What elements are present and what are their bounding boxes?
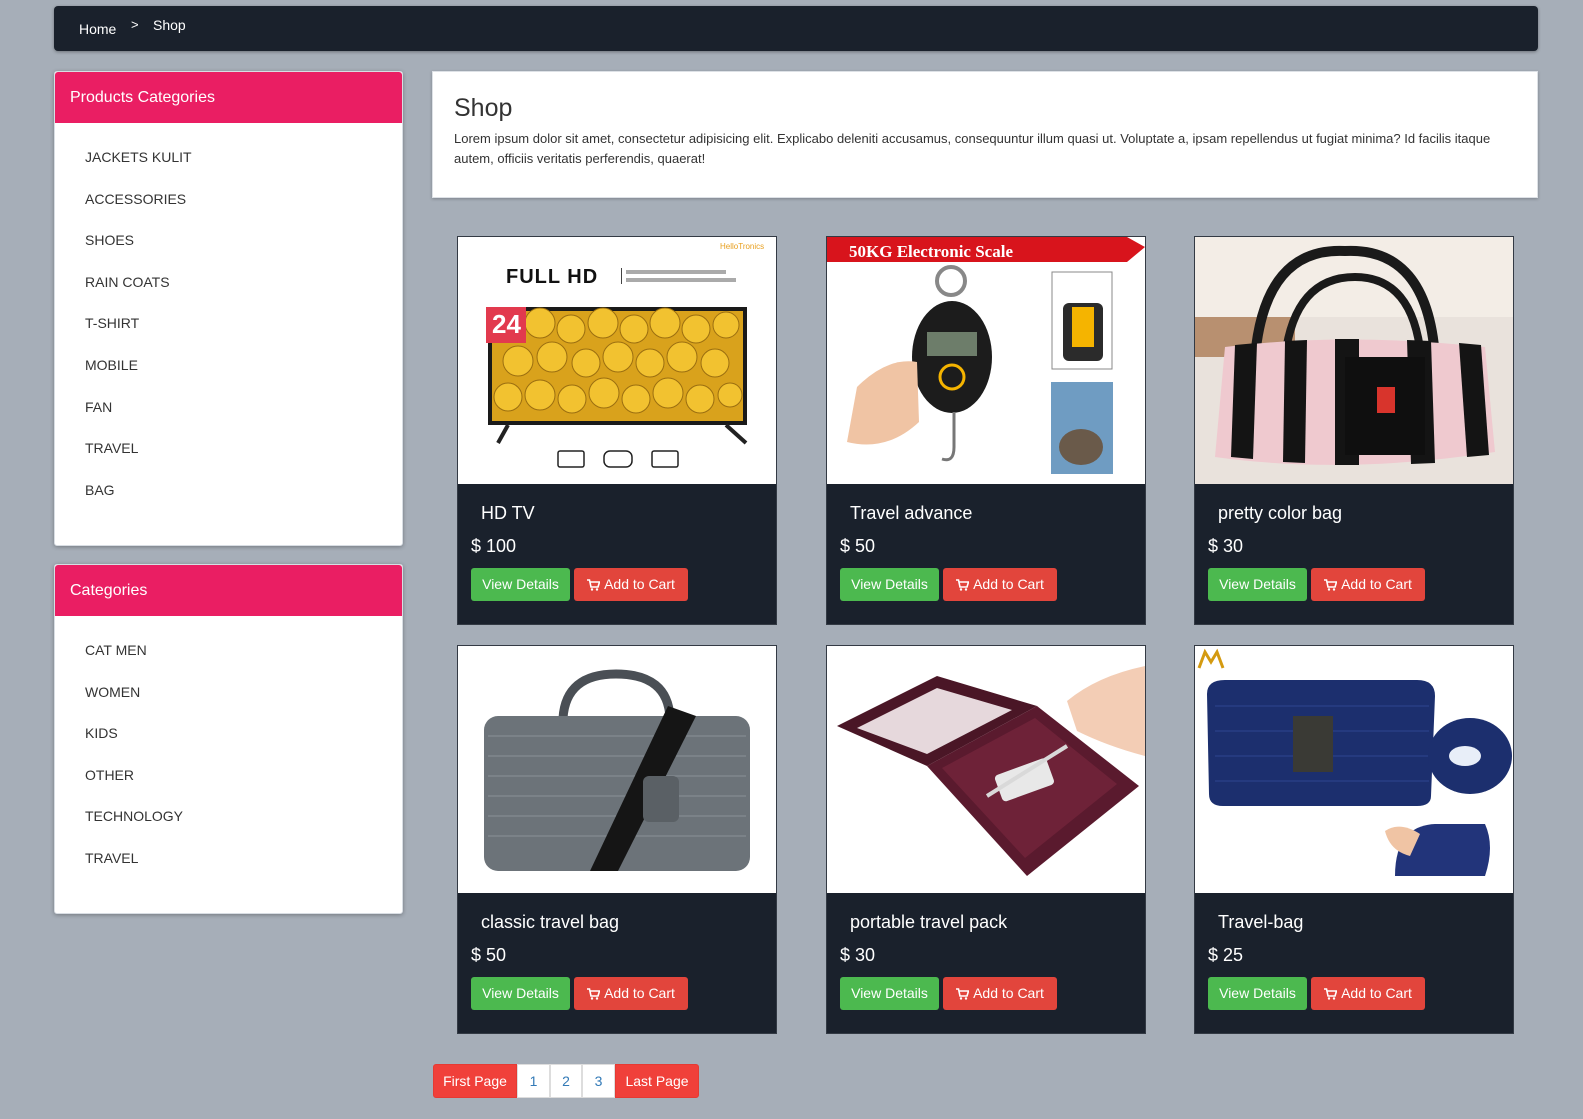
product-price: $ 50 <box>840 536 876 556</box>
add-to-cart-button[interactable]: Add to Cart <box>943 977 1057 1010</box>
sidebar-item-fan[interactable]: FAN <box>85 387 402 429</box>
cart-icon <box>1324 579 1338 591</box>
sidebar-item-mobile[interactable]: MOBILE <box>85 345 402 387</box>
product-card: Travel-bag $ 25 View Details Add to Cart <box>1194 645 1514 1034</box>
first-page-button[interactable]: First Page <box>433 1064 517 1098</box>
cart-icon <box>956 988 970 1000</box>
add-to-cart-button[interactable]: Add to Cart <box>1311 977 1425 1010</box>
product-card: HelloTronics FULL HD 24 HD TV $ 100 View… <box>457 236 777 625</box>
product-name: classic travel bag <box>481 912 620 932</box>
add-to-cart-label: Add to Cart <box>973 576 1044 592</box>
cart-icon <box>587 988 601 1000</box>
product-name: HD TV <box>481 503 535 523</box>
page-description: Lorem ipsum dolor sit amet, consectetur … <box>454 131 1491 166</box>
add-to-cart-button[interactable]: Add to Cart <box>574 568 688 601</box>
view-details-button[interactable]: View Details <box>471 568 570 601</box>
sidebar-item-accessories[interactable]: ACCESSORIES <box>85 179 402 221</box>
sidebar-item-jackets-kulit[interactable]: JACKETS KULIT <box>85 137 402 179</box>
cart-icon <box>956 579 970 591</box>
tv-size-badge: 24 <box>492 309 521 339</box>
product-name: Travel-bag <box>1218 912 1304 932</box>
tv-brand-text: HelloTronics <box>720 242 764 251</box>
product-card: portable travel pack $ 30 View Details A… <box>826 645 1146 1034</box>
tv-headline-text: FULL HD <box>506 266 598 288</box>
category-item-travel[interactable]: TRAVEL <box>85 838 402 880</box>
laptop-bag-image[interactable] <box>458 646 776 893</box>
category-item-other[interactable]: OTHER <box>85 755 402 797</box>
breadcrumb-home-link[interactable]: Home <box>79 21 116 37</box>
electronic-scale-image[interactable]: 50KG Electronic Scale <box>827 237 1145 484</box>
add-to-cart-label: Add to Cart <box>1341 576 1412 592</box>
product-name: pretty color bag <box>1218 503 1343 523</box>
sidebar-item-rain-coats[interactable]: RAIN COATS <box>85 262 402 304</box>
breadcrumb: Home > Shop <box>54 6 1538 51</box>
sidebar-item-travel[interactable]: TRAVEL <box>85 428 402 470</box>
category-item-technology[interactable]: TECHNOLOGY <box>85 796 402 838</box>
product-price: $ 30 <box>1208 536 1244 556</box>
add-to-cart-label: Add to Cart <box>604 576 675 592</box>
view-details-button[interactable]: View Details <box>471 977 570 1010</box>
blue-pouch-image[interactable] <box>1195 646 1513 893</box>
add-to-cart-button[interactable]: Add to Cart <box>943 568 1057 601</box>
view-details-button[interactable]: View Details <box>1208 568 1307 601</box>
striped-duffel-bag-image[interactable] <box>1195 237 1513 484</box>
categories-title: Categories <box>55 565 402 616</box>
page-title: Shop <box>454 94 513 122</box>
add-to-cart-button[interactable]: Add to Cart <box>574 977 688 1010</box>
last-page-button[interactable]: Last Page <box>615 1064 699 1098</box>
travel-organizer-image[interactable] <box>827 646 1145 893</box>
scale-headline-text: 50KG Electronic Scale <box>849 242 1013 261</box>
categories-panel: Categories CAT MEN WOMEN KIDS OTHER TECH… <box>54 564 403 914</box>
view-details-button[interactable]: View Details <box>840 568 939 601</box>
breadcrumb-separator: > <box>131 17 139 32</box>
categories-list: CAT MEN WOMEN KIDS OTHER TECHNOLOGY TRAV… <box>55 616 402 880</box>
product-price: $ 30 <box>840 945 876 965</box>
products-categories-title: Products Categories <box>55 72 402 123</box>
products-categories-list: JACKETS KULIT ACCESSORIES SHOES RAIN COA… <box>55 123 402 511</box>
page-3-link[interactable]: 3 <box>582 1064 615 1098</box>
cart-icon <box>1324 988 1338 1000</box>
shop-intro: Shop Lorem ipsum dolor sit amet, consect… <box>432 71 1538 198</box>
product-price: $ 50 <box>471 945 507 965</box>
product-card: 50KG Electronic Scale Travel advance $ 5… <box>826 236 1146 625</box>
add-to-cart-label: Add to Cart <box>604 985 675 1001</box>
sidebar-item-bag[interactable]: BAG <box>85 470 402 512</box>
product-name: Travel advance <box>850 503 973 523</box>
view-details-button[interactable]: View Details <box>840 977 939 1010</box>
add-to-cart-label: Add to Cart <box>973 985 1044 1001</box>
product-card: classic travel bag $ 50 View Details Add… <box>457 645 777 1034</box>
page-1-link[interactable]: 1 <box>517 1064 550 1098</box>
category-item-women[interactable]: WOMEN <box>85 672 402 714</box>
cart-icon <box>587 579 601 591</box>
page-2-link[interactable]: 2 <box>550 1064 582 1098</box>
category-item-kids[interactable]: KIDS <box>85 713 402 755</box>
sidebar-item-t-shirt[interactable]: T-SHIRT <box>85 303 402 345</box>
sidebar-item-shoes[interactable]: SHOES <box>85 220 402 262</box>
add-to-cart-label: Add to Cart <box>1341 985 1412 1001</box>
product-name: portable travel pack <box>850 912 1008 932</box>
product-price: $ 25 <box>1208 945 1244 965</box>
products-categories-panel: Products Categories JACKETS KULIT ACCESS… <box>54 71 403 546</box>
view-details-button[interactable]: View Details <box>1208 977 1307 1010</box>
product-price: $ 100 <box>471 536 517 556</box>
breadcrumb-current: Shop <box>153 17 186 33</box>
product-card: pretty color bag $ 30 View Details Add t… <box>1194 236 1514 625</box>
category-item-cat-men[interactable]: CAT MEN <box>85 630 402 672</box>
add-to-cart-button[interactable]: Add to Cart <box>1311 568 1425 601</box>
tv-image[interactable]: HelloTronics FULL HD 24 <box>458 237 776 484</box>
pagination: First Page 1 2 3 Last Page <box>433 1064 699 1098</box>
